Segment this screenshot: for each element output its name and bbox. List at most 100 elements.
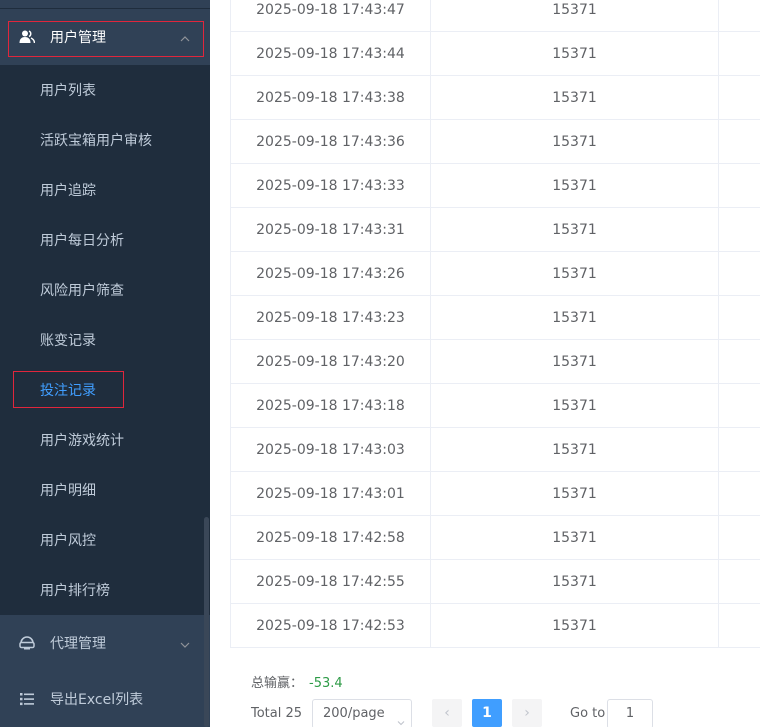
sidebar-item-balance-records[interactable]: 账变记录	[0, 315, 204, 365]
cell-time: 2025-09-18 17:42:58	[231, 516, 431, 560]
sidebar-item-label: 用户列表	[40, 83, 96, 99]
user-group-icon	[18, 28, 36, 46]
cell-time: 2025-09-18 17:43:33	[231, 164, 431, 208]
total-win-loss-value: -53.4	[309, 676, 343, 691]
sidebar-item-label: 用户每日分析	[40, 233, 124, 249]
cell-user-id: 15371	[431, 604, 719, 648]
cell-empty	[719, 604, 760, 648]
cell-user-id: 15371	[431, 120, 719, 164]
sidebar-item-label: 账变记录	[40, 333, 96, 349]
sidebar: 用户管理 用户列表 活跃宝箱用户审核 用户追踪 用户每日分析 风险用户筛查 账变…	[0, 0, 210, 727]
total-win-loss-label: 总输赢：	[251, 676, 304, 691]
prev-page-button[interactable]: ‹	[432, 699, 462, 727]
cell-empty	[719, 384, 760, 428]
table-row: 2025-09-18 17:43:47 15371	[230, 0, 760, 32]
sidebar-item-bet-records[interactable]: 投注记录	[0, 365, 204, 415]
cell-user-id: 15371	[431, 164, 719, 208]
table-row: 2025-09-18 17:43:33 15371	[230, 164, 760, 208]
page-size-select[interactable]: 200/page	[312, 699, 412, 727]
menu-agent-management[interactable]: 代理管理	[0, 615, 210, 671]
table-row: 2025-09-18 17:43:01 15371	[230, 472, 760, 516]
chevron-down-icon	[180, 638, 190, 648]
cell-user-id: 15371	[431, 560, 719, 604]
sidebar-item-risk-control[interactable]: 用户风控	[0, 515, 204, 565]
sidebar-item-label: 活跃宝箱用户审核	[40, 133, 152, 149]
sidebar-item-label: 用户游戏统计	[40, 433, 124, 449]
table-row: 2025-09-18 17:42:55 15371	[230, 560, 760, 604]
cell-empty	[719, 76, 760, 120]
table-row: 2025-09-18 17:42:53 15371	[230, 604, 760, 648]
cell-user-id: 15371	[431, 32, 719, 76]
sidebar-item-label: 用户风控	[40, 533, 96, 549]
cell-user-id: 15371	[431, 252, 719, 296]
cell-empty	[719, 516, 760, 560]
table-row: 2025-09-18 17:43:38 15371	[230, 76, 760, 120]
cell-time: 2025-09-18 17:43:18	[231, 384, 431, 428]
cell-user-id: 15371	[431, 340, 719, 384]
cell-user-id: 15371	[431, 208, 719, 252]
agent-icon	[18, 634, 36, 652]
cell-empty	[719, 32, 760, 76]
cell-empty	[719, 252, 760, 296]
cell-time: 2025-09-18 17:43:03	[231, 428, 431, 472]
sidebar-item-user-details[interactable]: 用户明细	[0, 465, 204, 515]
goto-label: Go to	[570, 706, 606, 721]
sidebar-top-strip	[0, 0, 210, 8]
sidebar-item-label: 用户排行榜	[40, 583, 110, 599]
cell-user-id: 15371	[431, 384, 719, 428]
table-row: 2025-09-18 17:43:36 15371	[230, 120, 760, 164]
chevron-down-icon	[397, 710, 405, 726]
cell-time: 2025-09-18 17:43:01	[231, 472, 431, 516]
cell-empty	[719, 0, 760, 32]
list-icon	[18, 690, 36, 708]
sidebar-item-label: 用户追踪	[40, 183, 96, 199]
total-win-loss: 总输赢： -53.4	[251, 672, 343, 691]
menu-user-management-label: 用户管理	[50, 30, 106, 46]
cell-empty	[719, 472, 760, 516]
cell-user-id: 15371	[431, 296, 719, 340]
cell-user-id: 15371	[431, 0, 719, 32]
cell-time: 2025-09-18 17:43:23	[231, 296, 431, 340]
sidebar-item-risk-screening[interactable]: 风险用户筛查	[0, 265, 204, 315]
table-row: 2025-09-18 17:43:18 15371	[230, 384, 760, 428]
chevron-up-icon	[180, 32, 190, 42]
cell-time: 2025-09-18 17:43:31	[231, 208, 431, 252]
cell-time: 2025-09-18 17:42:55	[231, 560, 431, 604]
table-row: 2025-09-18 17:43:03 15371	[230, 428, 760, 472]
cell-time: 2025-09-18 17:43:47	[231, 0, 431, 32]
table-row: 2025-09-18 17:43:23 15371	[230, 296, 760, 340]
sidebar-item-label: 用户明细	[40, 483, 96, 499]
next-page-button[interactable]: ›	[512, 699, 542, 727]
page-size-value: 200/page	[323, 706, 385, 721]
menu-export-excel[interactable]: 导出Excel列表	[0, 671, 210, 727]
page-1-button[interactable]: 1	[472, 699, 502, 727]
sidebar-item-user-tracking[interactable]: 用户追踪	[0, 165, 204, 215]
table-row: 2025-09-18 17:42:58 15371	[230, 516, 760, 560]
sidebar-item-user-list[interactable]: 用户列表	[0, 65, 204, 115]
sidebar-item-leaderboard[interactable]: 用户排行榜	[0, 565, 204, 615]
table-row: 2025-09-18 17:43:44 15371	[230, 32, 760, 76]
pagination-total: Total 25	[251, 706, 303, 721]
table-row: 2025-09-18 17:43:20 15371	[230, 340, 760, 384]
cell-empty	[719, 560, 760, 604]
sidebar-scrollbar[interactable]	[204, 517, 209, 727]
cell-time: 2025-09-18 17:43:20	[231, 340, 431, 384]
sidebar-item-active-chest-review[interactable]: 活跃宝箱用户审核	[0, 115, 204, 165]
menu-user-management[interactable]: 用户管理	[0, 9, 210, 65]
table-row: 2025-09-18 17:43:31 15371	[230, 208, 760, 252]
cell-time: 2025-09-18 17:43:44	[231, 32, 431, 76]
cell-time: 2025-09-18 17:43:38	[231, 76, 431, 120]
sidebar-item-daily-analysis[interactable]: 用户每日分析	[0, 215, 204, 265]
cell-empty	[719, 208, 760, 252]
sidebar-item-label: 投注记录	[40, 383, 96, 399]
cell-time: 2025-09-18 17:43:26	[231, 252, 431, 296]
sidebar-item-game-stats[interactable]: 用户游戏统计	[0, 415, 204, 465]
cell-user-id: 15371	[431, 472, 719, 516]
cell-user-id: 15371	[431, 76, 719, 120]
cell-empty	[719, 120, 760, 164]
goto-page-input[interactable]: 1	[607, 699, 653, 727]
menu-export-excel-label: 导出Excel列表	[50, 692, 144, 708]
menu-agent-management-label: 代理管理	[50, 636, 106, 652]
cell-empty	[719, 296, 760, 340]
cell-empty	[719, 340, 760, 384]
